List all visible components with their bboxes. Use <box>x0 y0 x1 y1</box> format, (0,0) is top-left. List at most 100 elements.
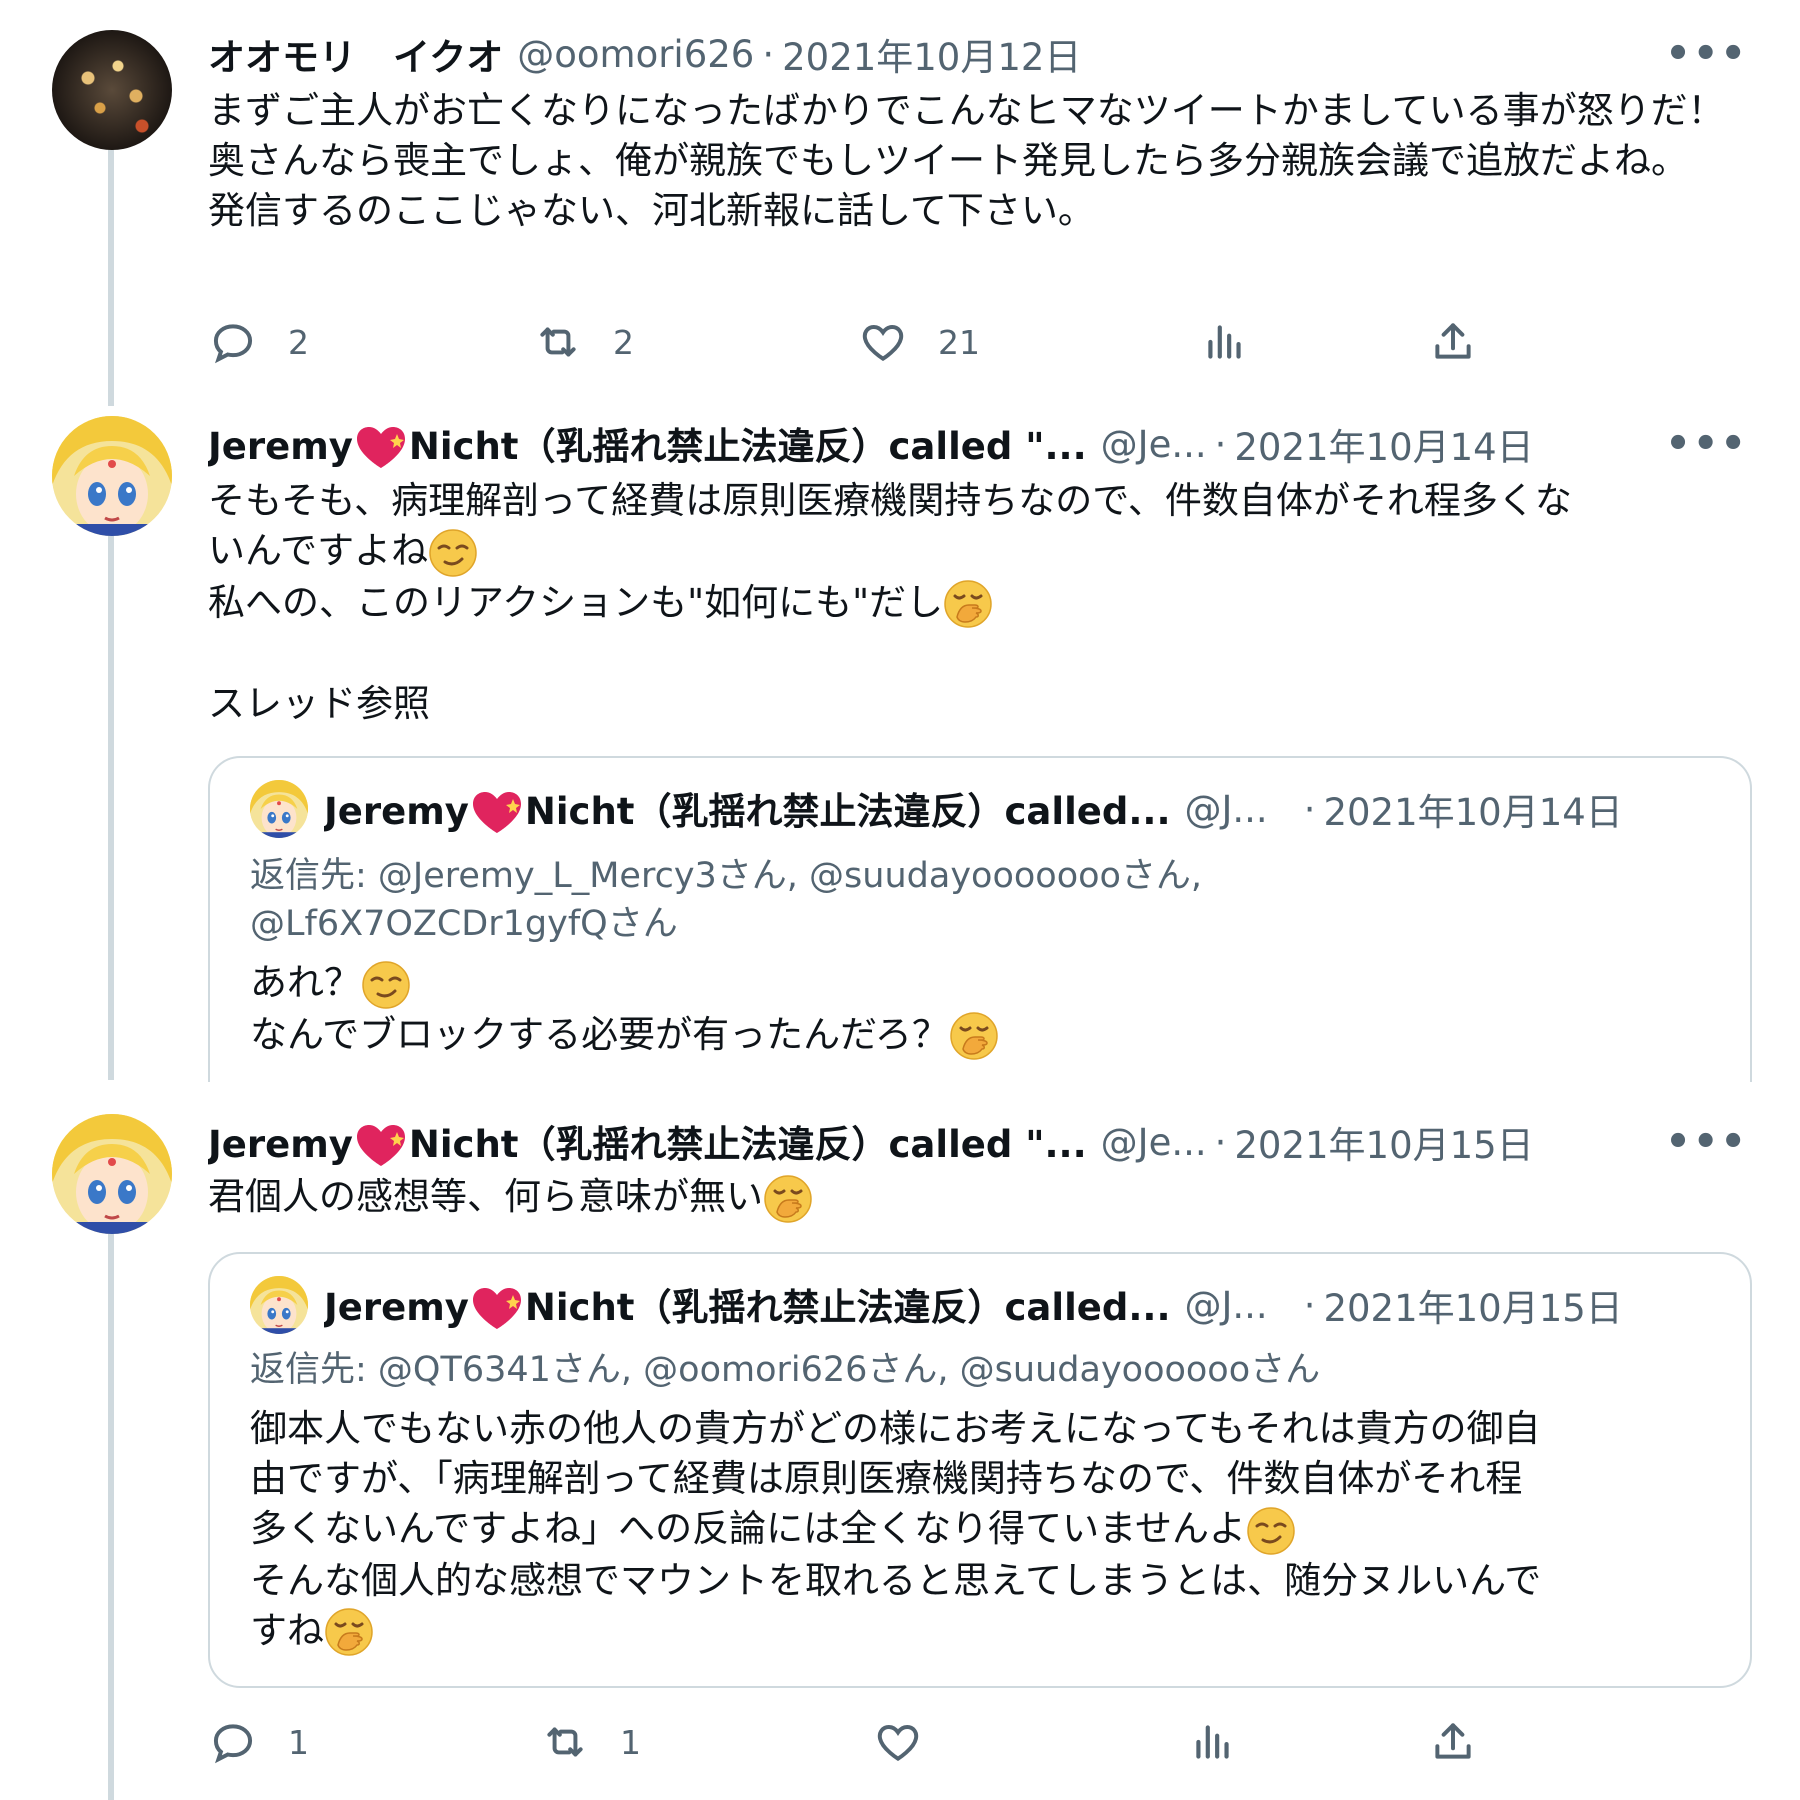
retweet-icon <box>540 1717 590 1767</box>
avatar <box>250 1276 308 1334</box>
share-icon <box>1428 317 1478 367</box>
anime-avatar-image <box>52 1114 172 1234</box>
quoted-tweet[interactable]: Jeremy Nicht（乳揺れ禁止法違反）called... @J... · 2… <box>208 1252 1752 1688</box>
display-name-part2: Nicht（乳揺れ禁止法違反）called... <box>524 789 1171 833</box>
retweet-icon <box>533 317 583 367</box>
user-handle[interactable]: @Je... <box>1101 423 1207 466</box>
avatar[interactable] <box>52 1114 172 1234</box>
hand-over-mouth-emoji <box>949 1011 999 1061</box>
tweet-text-line: 由ですが、「病理解剖って経費は原則医療機関持ちなので、件数自体がそれ程 <box>250 1457 1523 1500</box>
smirk-emoji <box>1246 1506 1296 1556</box>
hand-over-mouth-emoji <box>324 1607 374 1657</box>
heart-icon <box>873 1717 923 1767</box>
tweet-text: そもそも、病理解剖って経費は原則医療機関持ちなので、件数自体がそれ程多くな いん… <box>208 476 1748 729</box>
retweet-count: 1 <box>620 1722 641 1762</box>
share-icon <box>1428 1717 1478 1767</box>
tweet-actions: 1 1 <box>208 1712 1508 1772</box>
tweet-text-line: 私への、このリアクションも"如何にも"だし <box>208 580 944 624</box>
thread-line <box>108 530 114 1080</box>
quoted-tweet[interactable]: Jeremy Nicht（乳揺れ禁止法違反）called... @J... · 2… <box>208 756 1752 1082</box>
tweet-text-line: 多くないんですよね」への反論には全くなり得ていませんよ <box>250 1507 1247 1550</box>
retweet-button[interactable]: 2 <box>533 317 634 367</box>
display-name[interactable]: Jeremy Nicht（乳揺れ禁止法違反）called "... <box>208 1114 1087 1171</box>
views-button[interactable] <box>1188 1717 1238 1767</box>
share-button[interactable] <box>1428 317 1478 367</box>
retweet-button[interactable]: 1 <box>540 1717 641 1767</box>
tweet-date[interactable]: 2021年10月12日 <box>782 27 1081 81</box>
avatar <box>250 780 308 838</box>
hand-over-mouth-emoji <box>943 579 993 629</box>
tweet-text-line: いんですよね <box>208 529 429 572</box>
views-icon <box>1188 1717 1238 1767</box>
tweet-text-line: そんな個人的な感想でマウントを取れると思えてしまうとは、随分ヌルいんで <box>250 1558 1542 1602</box>
reply-count: 2 <box>288 322 309 362</box>
tweet-date: 2021年10月14日 <box>1323 791 1623 834</box>
display-name: Jeremy Nicht（乳揺れ禁止法違反）called... <box>324 781 1171 838</box>
sparkling-heart-icon <box>353 424 409 472</box>
display-name-part2: Nicht（乳揺れ禁止法違反）called "... <box>408 1122 1087 1166</box>
reply-button[interactable]: 1 <box>208 1717 309 1767</box>
tweet-date: 2021年10月15日 <box>1323 1287 1623 1330</box>
smirk-emoji <box>428 528 478 578</box>
more-icon[interactable]: ••• <box>1665 26 1748 82</box>
tweet-text-line: なんでブロックする必要が有ったんだろ？ <box>250 1012 949 1056</box>
sparkling-heart-icon <box>469 789 525 837</box>
display-name-part2: Nicht（乳揺れ禁止法違反）called "... <box>408 424 1087 468</box>
tweet-text-line: あれ？ <box>250 961 361 1004</box>
reply-icon <box>208 1717 258 1767</box>
quoted-tweet-header: Jeremy Nicht（乳揺れ禁止法違反）called... @J... · 2… <box>250 1276 1710 1334</box>
share-button[interactable] <box>1428 1717 1478 1767</box>
tweet-header: Jeremy Nicht（乳揺れ禁止法違反）called "... @Je... … <box>208 416 1748 472</box>
avatar[interactable] <box>52 416 172 536</box>
more-icon[interactable]: ••• <box>1665 416 1748 472</box>
tweet-header: オオモリ イクオ @oomori626 · 2021年10月12日 ••• <box>208 26 1748 82</box>
tweet-header: Jeremy Nicht（乳揺れ禁止法違反）called "... @Je... … <box>208 1114 1748 1170</box>
quoted-tweet-text: あれ？ なんでブロックする必要が有ったんだろ？ <box>250 958 1710 1061</box>
tweet-date[interactable]: 2021年10月15日 <box>1234 1115 1533 1169</box>
separator-dot: · <box>1214 422 1227 466</box>
display-name-part2: Nicht（乳揺れ禁止法違反）called... <box>524 1285 1171 1329</box>
tweet-actions: 2 2 21 <box>208 312 1508 372</box>
quoted-tweet-text: 御本人でもない赤の他人の貴方がどの様にお考えになってもそれは貴方の御自 由ですが… <box>250 1404 1710 1657</box>
smirk-emoji <box>361 960 411 1010</box>
display-name: Jeremy Nicht（乳揺れ禁止法違反）called... <box>324 1277 1171 1334</box>
like-button[interactable]: 21 <box>858 317 980 367</box>
views-icon <box>1200 317 1250 367</box>
more-icon[interactable]: ••• <box>1665 1114 1748 1170</box>
quoted-tweet-header: Jeremy Nicht（乳揺れ禁止法違反）called... @J... · 2… <box>250 780 1710 838</box>
tweet-date[interactable]: 2021年10月14日 <box>1234 417 1533 471</box>
like-button[interactable] <box>873 1717 923 1767</box>
anime-avatar-image <box>52 416 172 536</box>
reply-icon <box>208 317 258 367</box>
display-name-part1: Jeremy <box>324 789 469 833</box>
reply-button[interactable]: 2 <box>208 317 309 367</box>
avatar[interactable] <box>52 30 172 150</box>
display-name-part1: Jeremy <box>208 1122 353 1166</box>
tweet-text-line: すね <box>250 1608 324 1652</box>
retweet-count: 2 <box>613 322 634 362</box>
sparkling-heart-icon <box>353 1122 409 1170</box>
user-handle[interactable]: @oomori626 <box>517 33 754 76</box>
reply-count: 1 <box>288 1722 309 1762</box>
separator-dot: · <box>762 32 775 76</box>
views-button[interactable] <box>1200 317 1250 367</box>
user-handle: @J... <box>1184 787 1268 831</box>
replying-to: 返信先: @QT6341さん, @oomori626さん, @suudayooo… <box>250 1350 1321 1390</box>
like-count: 21 <box>938 322 980 362</box>
separator-dot: · <box>1303 1283 1316 1327</box>
display-name[interactable]: Jeremy Nicht（乳揺れ禁止法違反）called "... <box>208 416 1087 473</box>
separator-dot: · <box>1214 1120 1227 1164</box>
display-name-part1: Jeremy <box>324 1285 469 1329</box>
tweet-text: 君個人の感想等、何ら意味が無い <box>208 1172 1748 1224</box>
sparkling-heart-icon <box>469 1285 525 1333</box>
display-name[interactable]: オオモリ イクオ <box>208 27 503 81</box>
user-handle: @J... <box>1184 1283 1268 1327</box>
tweet-text-line: そもそも、病理解剖って経費は原則医療機関持ちなので、件数自体がそれ程多くな <box>208 479 1572 522</box>
tweet-text: まずご主人がお亡くなりになったばかりでこんなヒマなツイートかましている事が怒りだ… <box>208 89 1725 232</box>
tweet-text-line: 御本人でもない赤の他人の貴方がどの様にお考えになってもそれは貴方の御自 <box>250 1407 1541 1450</box>
tweet-text-line: スレッド参照 <box>208 682 430 725</box>
hand-over-mouth-emoji <box>763 1174 813 1224</box>
user-handle[interactable]: @Je... <box>1101 1121 1207 1164</box>
display-name-part1: Jeremy <box>208 424 353 468</box>
replying-to: 返信先: @Jeremy_L_Mercy3さん, @suudayoooooooさ… <box>250 856 1203 944</box>
